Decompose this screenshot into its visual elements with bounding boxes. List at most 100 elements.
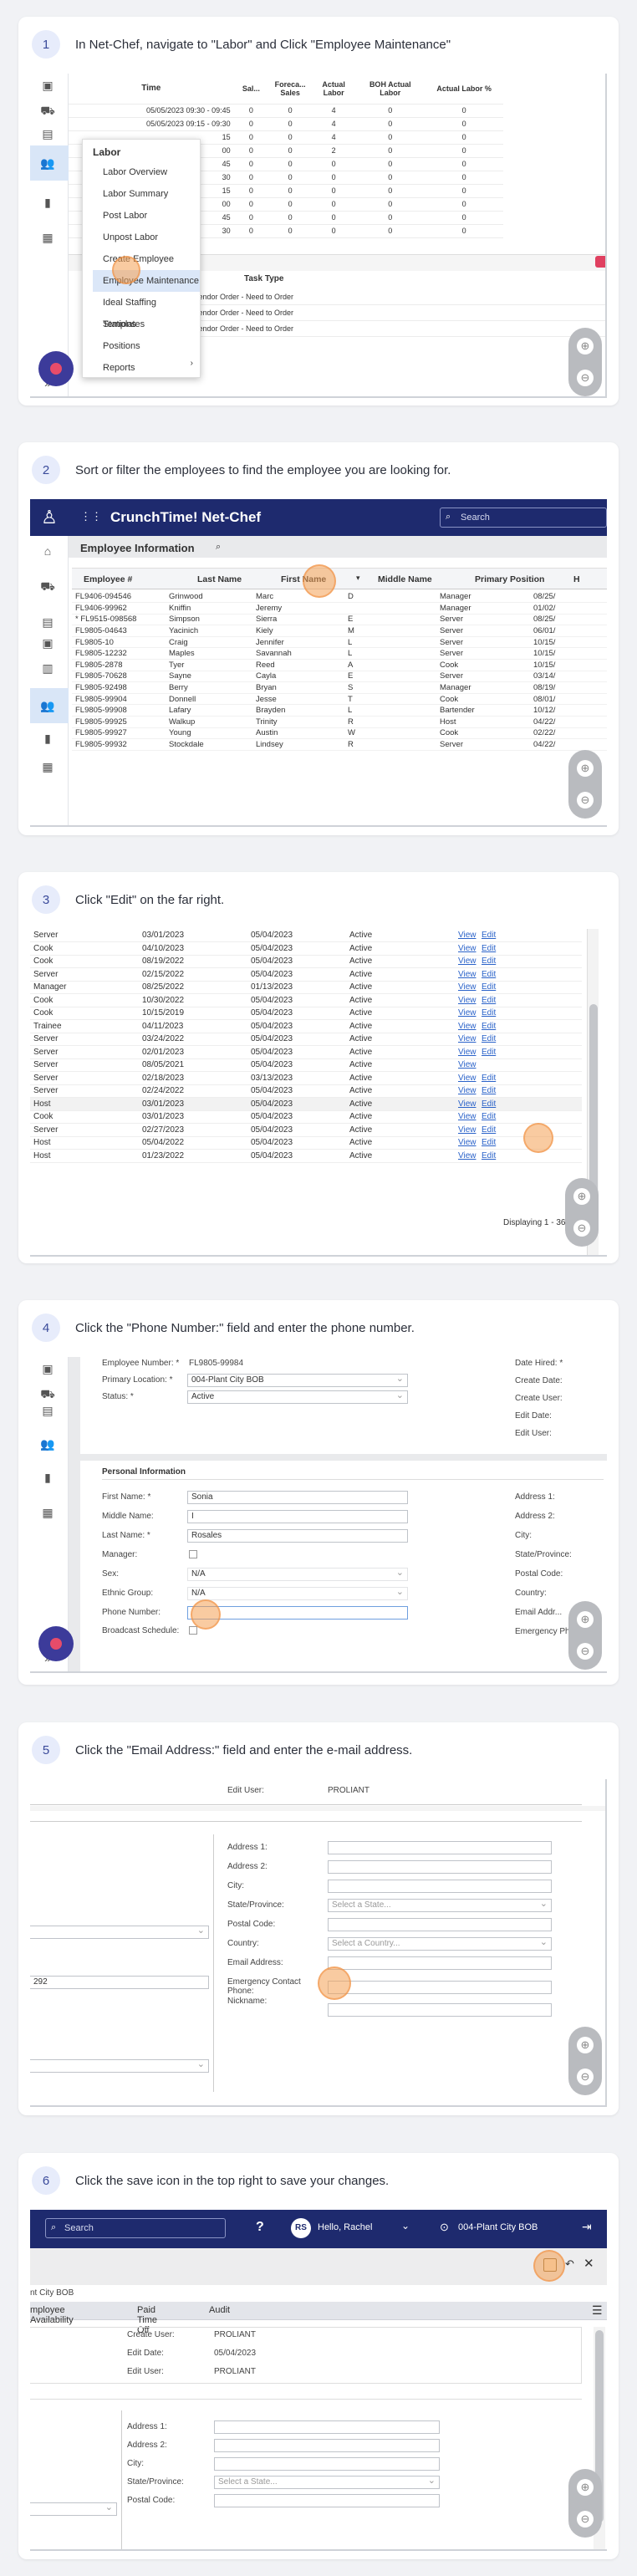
view-link[interactable]: View [455,1071,478,1085]
form-field[interactable] [214,2439,440,2452]
task-row[interactable]: Vendor Order - Need to Order [135,305,605,321]
column-header[interactable]: Middle Name [378,574,432,584]
column-header[interactable]: Primary Position [475,574,544,584]
zoom-control[interactable]: ⊕ ⊖ [568,2469,602,2538]
table-row[interactable]: FL9805-04643 Yacinich Kiely M Server 06/01/ [72,625,607,637]
avatar[interactable]: RS [291,2218,311,2238]
record-button[interactable] [38,351,74,386]
building-icon[interactable]: ▦ [39,1506,56,1519]
view-link[interactable]: View [455,1058,478,1072]
table-row[interactable]: FL9406-094546 Grinwood Marc D Manager 08/25/ [72,591,607,604]
left-value-field[interactable]: 292 [30,1976,209,1989]
edit-link[interactable]: Edit [478,1097,582,1111]
manager-checkbox[interactable] [189,1550,197,1558]
orders-icon[interactable]: ▤ [39,1404,56,1417]
view-link[interactable]: View [455,1033,478,1046]
reports-icon[interactable]: ▮ [39,1471,56,1484]
status-select[interactable]: Active [187,1390,408,1404]
table-row[interactable]: FL9805-10 Craig Jennifer L Server 10/15/ [72,636,607,649]
ethnic-group-select[interactable]: N/A [187,1586,408,1600]
edit-link[interactable]: Edit [478,1110,582,1124]
sort-dropdown-icon[interactable]: ▾ [356,574,360,583]
last-name-field[interactable]: Rosales [187,1529,408,1543]
edit-link[interactable]: Edit [478,1071,582,1085]
edit-link[interactable]: Edit [478,1045,582,1059]
tab[interactable]: mployee Availability [30,2305,74,2325]
edit-link[interactable]: Edit [478,1019,582,1033]
zoom-in-icon[interactable]: ⊕ [577,338,594,355]
truck-icon[interactable]: ⛟ [39,579,56,593]
form-field[interactable] [328,1841,552,1854]
broadcast-checkbox[interactable] [189,1626,197,1635]
column-header[interactable]: Last Name [197,574,242,584]
form-field[interactable]: Select a State... [214,2475,440,2489]
inventory-icon[interactable]: ▣ [39,636,56,650]
user-greeting[interactable]: Hello, Rachel [318,2222,372,2232]
zoom-control[interactable]: ⊕ ⊖ [568,328,602,396]
home-icon[interactable]: ⌂ [39,544,56,558]
zoom-out-icon[interactable]: ⊖ [577,792,594,809]
form-field[interactable] [214,2494,440,2507]
search-icon[interactable]: ⌕ [216,542,221,553]
col-forecast[interactable]: Foreca... Sales [268,74,313,105]
labor-icon[interactable]: 👥 [39,1437,56,1451]
close-icon[interactable]: ✕ [583,2256,594,2271]
col-actual-labor[interactable]: Actual Labor [312,74,356,105]
zoom-in-icon[interactable]: ⊕ [577,2479,594,2496]
edit-link[interactable]: Edit [478,1007,582,1020]
left-select[interactable] [30,2502,117,2516]
apps-grid-icon[interactable]: ⋮⋮ [80,510,102,523]
zoom-out-icon[interactable]: ⊖ [573,1220,590,1237]
form-field[interactable] [328,1956,552,1970]
orders-icon[interactable]: ▤ [39,615,56,629]
primary-location-select[interactable]: 004-Plant City BOB [187,1373,408,1387]
table-row[interactable]: FL9805-99908 Lafary Brayden L Bartender 10/12… [72,704,607,717]
col-labor-pct[interactable]: Actual Labor % [425,74,503,105]
left-select-1[interactable] [30,1925,209,1939]
view-link[interactable]: View [455,1007,478,1020]
truck-icon[interactable]: ⛟ [39,1387,56,1400]
menu-item-reports[interactable]: Reports [93,357,200,379]
menu-item-unpost-labor[interactable]: Unpost Labor [93,227,200,248]
menu-item-stations[interactable]: Stations [93,314,200,335]
menu-item-labor-summary[interactable]: Labor Summary [93,183,200,205]
zoom-in-icon[interactable]: ⊕ [577,1611,594,1628]
table-row[interactable]: FL9805-99932 Stockdale Lindsey R Server 04/22… [72,738,607,751]
menu-item-create-employee[interactable]: Create Employee [93,248,200,270]
view-link[interactable]: View [455,1097,478,1111]
table-row[interactable]: * FL9515-098568 Simpson Sierra E Server 08/25… [72,614,607,626]
table-row[interactable]: FL9805-99927 Young Austin W Cook 02/22/ [72,727,607,740]
zoom-in-icon[interactable]: ⊕ [573,1188,590,1205]
edit-link[interactable]: Edit [478,1084,582,1098]
help-icon[interactable]: ? [256,2220,264,2235]
task-row[interactable]: Vendor Order - Need to Order [135,289,605,305]
view-link[interactable]: View [455,967,478,982]
edit-link[interactable]: Edit [478,981,582,994]
column-header[interactable]: Employee # [84,574,132,584]
zoom-out-icon[interactable]: ⊖ [577,2068,594,2085]
inventory-icon[interactable]: ▣ [39,1362,56,1375]
form-field[interactable]: Select a Country... [328,1936,552,1951]
menu-item-employee-maintenance[interactable]: Employee Maintenance [93,270,200,292]
zoom-out-icon[interactable]: ⊖ [577,1643,594,1660]
edit-link[interactable]: Edit [478,993,582,1007]
zoom-control[interactable]: ⊕ ⊖ [565,1178,599,1247]
form-field[interactable] [328,1860,552,1874]
menu-item-positions[interactable]: Positions [93,335,200,357]
col-boh[interactable]: BOH Actual Labor [355,74,426,105]
view-link[interactable]: View [455,955,478,968]
left-select-2[interactable] [30,2058,209,2073]
table-row[interactable]: FL9805-12232 Maples Savannah L Server 10/15/ [72,647,607,661]
view-link[interactable]: View [455,1045,478,1059]
view-link[interactable]: View [455,981,478,994]
task-row[interactable]: Vendor Order - Need to Order [135,321,605,337]
chevron-down-icon[interactable]: ⌄ [401,2220,410,2232]
building-icon[interactable]: ▦ [39,231,56,244]
form-field[interactable] [328,1880,552,1893]
labor-icon[interactable]: 👥 [39,699,56,712]
view-link[interactable]: View [455,1136,478,1150]
view-link[interactable]: View [455,941,478,956]
view-link[interactable]: View [455,1149,478,1163]
zoom-control[interactable]: ⊕ ⊖ [568,750,602,819]
view-link[interactable]: View [455,1019,478,1033]
